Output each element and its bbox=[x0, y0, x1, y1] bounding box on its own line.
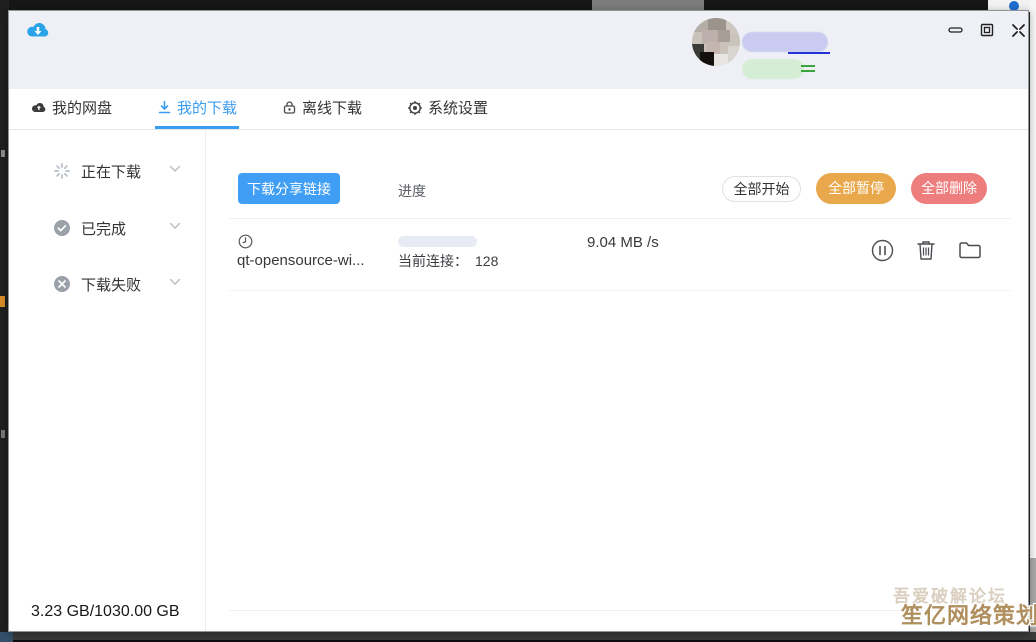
sidebar-item-label: 正在下载 bbox=[81, 161, 141, 182]
user-name-blurred bbox=[742, 32, 828, 52]
check-circle-icon bbox=[53, 219, 71, 237]
tab-my-cloud-drive[interactable]: 我的网盘 bbox=[28, 89, 114, 129]
chevron-down-icon bbox=[169, 222, 181, 230]
tab-offline-download[interactable]: 离线下载 bbox=[280, 89, 364, 129]
tab-label: 我的网盘 bbox=[52, 97, 112, 118]
sidebar-item-failed[interactable]: 下载失败 bbox=[9, 269, 205, 299]
desktop-grey-fragment bbox=[1030, 558, 1036, 642]
titlebar bbox=[9, 11, 1028, 89]
delete-all-button[interactable]: 全部删除 bbox=[911, 173, 987, 204]
sidebar: 正在下载 已完成 下载失败 bbox=[9, 130, 206, 631]
main-panel: 下载分享链接 进度 全部开始 全部暂停 全部删除 qt-opensource-w… bbox=[206, 130, 1028, 631]
sidebar-item-completed[interactable]: 已完成 bbox=[9, 213, 205, 243]
sidebar-item-label: 下载失败 bbox=[81, 274, 141, 295]
tab-my-downloads[interactable]: 我的下载 bbox=[155, 89, 239, 129]
storage-usage: 3.23 GB/1030.00 GB bbox=[31, 603, 180, 621]
desktop-speck bbox=[1, 430, 5, 438]
desktop-edge-bottom bbox=[0, 632, 1036, 642]
toolbar-divider bbox=[229, 218, 1011, 219]
close-button[interactable] bbox=[1005, 19, 1031, 41]
cloud-icon bbox=[30, 101, 47, 114]
download-speed: 9.04 MB /s bbox=[587, 234, 659, 251]
download-filename: qt-opensource-wi... bbox=[237, 252, 365, 269]
app-window: 我的网盘 我的下载 离线下载 系统设置 bbox=[8, 10, 1029, 632]
open-folder-icon[interactable] bbox=[958, 238, 982, 262]
tab-label: 我的下载 bbox=[177, 97, 237, 118]
download-progress-bar bbox=[398, 236, 477, 247]
desktop: 我的网盘 我的下载 离线下载 系统设置 bbox=[0, 0, 1036, 642]
minimize-button[interactable] bbox=[942, 19, 968, 41]
user-vip-blurred bbox=[742, 59, 804, 79]
row-divider bbox=[229, 290, 1011, 291]
pause-download-icon[interactable] bbox=[870, 238, 894, 262]
desktop-blue-fragment bbox=[0, 632, 13, 642]
desktop-edge-right bbox=[1030, 0, 1036, 642]
desktop-speck bbox=[0, 296, 5, 307]
settings-icon bbox=[407, 100, 423, 116]
download-icon bbox=[157, 100, 172, 115]
tabbar: 我的网盘 我的下载 离线下载 系统设置 bbox=[9, 89, 1028, 130]
spinner-icon bbox=[53, 162, 71, 180]
chevron-down-icon bbox=[169, 165, 181, 173]
download-share-link-button[interactable]: 下载分享链接 bbox=[238, 173, 340, 204]
progress-column-header: 进度 bbox=[398, 181, 426, 201]
tab-system-settings[interactable]: 系统设置 bbox=[405, 89, 490, 129]
delete-download-icon[interactable] bbox=[914, 238, 938, 262]
clock-icon bbox=[238, 234, 253, 249]
offline-lock-icon bbox=[282, 100, 297, 115]
sidebar-item-downloading[interactable]: 正在下载 bbox=[9, 156, 205, 186]
error-circle-icon bbox=[53, 275, 71, 293]
tab-label: 离线下载 bbox=[302, 97, 362, 118]
cloud-download-logo-icon bbox=[23, 19, 51, 43]
sidebar-item-label: 已完成 bbox=[81, 218, 126, 239]
user-name-link-underline bbox=[788, 52, 830, 54]
tab-label: 系统设置 bbox=[428, 97, 488, 118]
pause-all-button[interactable]: 全部暂停 bbox=[816, 173, 896, 204]
desktop-speck bbox=[1, 150, 5, 157]
download-connections: 当前连接：128 bbox=[398, 251, 498, 271]
user-avatar[interactable] bbox=[692, 18, 740, 66]
start-all-button[interactable]: 全部开始 bbox=[722, 176, 801, 202]
vip-green-marks bbox=[801, 62, 815, 76]
maximize-button[interactable] bbox=[974, 19, 1000, 41]
desktop-taskbar-fragment bbox=[592, 0, 704, 10]
footer-divider bbox=[229, 610, 1011, 611]
chevron-down-icon bbox=[169, 278, 181, 286]
